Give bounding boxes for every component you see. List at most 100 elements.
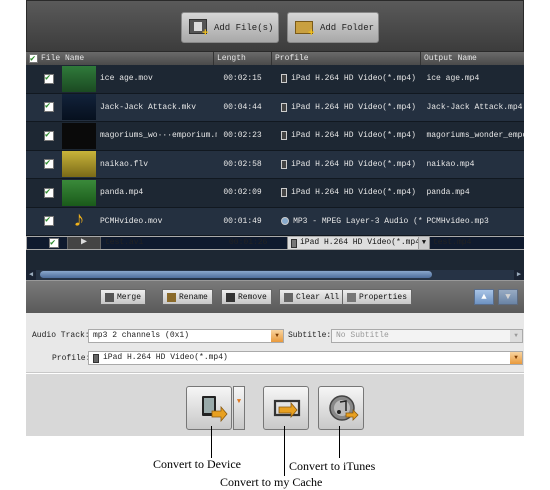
audio-icon [281, 217, 290, 226]
caption-convert-to-cache: Convert to my Cache [220, 475, 323, 489]
file-length: 00:04:44 [223, 102, 262, 112]
file-name: panda.mp4 [100, 188, 144, 198]
profile-dropdown[interactable]: iPad H.264 HD Video(*.mp4) ▼ [287, 237, 430, 249]
table-row-selected[interactable]: ▶ test.avi 00:01:26 iPad H.264 HD Video(*… [26, 236, 524, 250]
video-thumbnail [62, 94, 96, 121]
remove-icon [226, 292, 235, 302]
row-checkbox[interactable] [49, 237, 59, 249]
file-list: File Name Length Profile Output Name ice… [26, 52, 524, 284]
file-name: Jack-Jack Attack.mkv [100, 102, 197, 112]
ipad-icon [281, 159, 288, 169]
video-thumbnail [62, 65, 96, 92]
file-name: magoriums_wo···emporium.mov [100, 131, 218, 141]
row-checkbox[interactable] [44, 215, 54, 227]
table-row[interactable]: Jack-Jack Attack.mkv 00:04:44 iPad H.264… [26, 93, 524, 122]
properties-icon [347, 292, 356, 302]
subtitle-select[interactable]: No Subtitle ▼ [331, 329, 523, 343]
music-note-icon: ♪ [72, 208, 86, 234]
remove-button[interactable]: Remove [221, 289, 272, 305]
row-checkbox[interactable] [44, 73, 54, 84]
caption-convert-to-itunes: Convert to iTunes [289, 459, 376, 473]
file-length: 00:01:49 [223, 216, 262, 226]
subtitle-label: Subtitle: [288, 331, 332, 340]
output-name[interactable]: panda.mp4 [423, 188, 524, 197]
add-files-label: Add File(s) [214, 22, 274, 33]
table-row[interactable]: naikao.flv 00:02:58 iPad H.264 HD Video(… [26, 150, 524, 179]
row-checkbox[interactable] [44, 130, 54, 141]
merge-icon [105, 292, 114, 302]
file-profile[interactable]: iPad H.264 HD Video(*.mp4) [275, 131, 423, 141]
scroll-left-icon[interactable]: ◀ [26, 270, 36, 280]
settings-panel: Audio Track: mp3 2 channels (0x1) ▼ Subt… [26, 313, 524, 373]
add-files-button[interactable]: + Add File(s) [181, 12, 279, 43]
ipad-icon [281, 102, 288, 112]
header-file-name[interactable]: File Name [26, 52, 214, 65]
convert-to-device-button[interactable] [186, 386, 232, 430]
top-toolbar: + Add File(s) + Add Folder [26, 0, 524, 52]
chevron-down-icon: ▼ [418, 237, 429, 249]
clear-all-button[interactable]: Clear All [279, 289, 345, 305]
move-down-button[interactable]: ▼ [498, 289, 518, 305]
horizontal-scrollbar[interactable]: ◀ ▶ [26, 270, 524, 280]
scroll-right-icon[interactable]: ▶ [514, 270, 524, 280]
convert-to-itunes-button[interactable] [318, 386, 364, 430]
ipad-icon [291, 238, 297, 248]
output-name[interactable]: naikao.mp4 [423, 160, 524, 169]
chevron-down-icon: ▼ [510, 330, 522, 342]
chevron-down-icon: ▼ [236, 398, 242, 406]
callout-line-cache [284, 426, 285, 476]
ipad-icon [281, 131, 288, 141]
audio-track-label: Audio Track: [32, 331, 90, 340]
properties-button[interactable]: Properties [342, 289, 413, 305]
row-checkbox[interactable] [44, 101, 54, 113]
select-all-checkbox[interactable] [29, 53, 38, 65]
convert-panel: ▼ [26, 374, 524, 436]
file-name: naikao.flv [100, 159, 149, 169]
add-folder-button[interactable]: + Add Folder [287, 12, 379, 43]
file-length: 00:02:09 [223, 188, 262, 198]
chevron-down-icon: ▼ [271, 330, 283, 342]
file-length: 00:02:23 [223, 131, 262, 141]
output-name[interactable]: ice age.mp4 [423, 74, 524, 83]
device-dropdown-button[interactable]: ▼ [233, 386, 245, 430]
file-profile[interactable]: MP3 - MPEG Layer-3 Audio (*. [275, 217, 423, 226]
add-folder-label: Add Folder [320, 22, 375, 33]
header-profile[interactable]: Profile [272, 52, 421, 65]
row-checkbox[interactable] [44, 158, 54, 170]
video-thumbnail [62, 122, 96, 149]
itunes-icon [329, 395, 359, 421]
output-name[interactable]: PCMHvideo.mp3 [423, 217, 524, 226]
table-row[interactable]: panda.mp4 00:02:09 iPad H.264 HD Video(*… [26, 179, 524, 208]
convert-to-cache-button[interactable] [263, 386, 309, 430]
file-name: PCMHvideo.mov [100, 216, 163, 226]
file-profile[interactable]: iPad H.264 HD Video(*.mp4) [275, 188, 423, 198]
video-thumbnail [62, 151, 96, 178]
arrow-up-icon: ▲ [481, 292, 487, 302]
file-profile[interactable]: iPad H.264 HD Video(*.mp4) [275, 159, 423, 169]
table-row[interactable]: ♪ PCMHvideo.mov 00:01:49 MP3 - MPEG Layer… [26, 207, 524, 236]
rename-button[interactable]: Rename [162, 289, 213, 305]
merge-button[interactable]: Merge [100, 289, 147, 305]
output-name[interactable]: test.mp4 [430, 237, 524, 249]
file-length: 00:01:26 [229, 238, 268, 247]
file-list-header: File Name Length Profile Output Name [26, 52, 524, 65]
file-name: ice age.mov [100, 74, 153, 84]
action-bar: Merge Rename Remove Clear All Properties… [26, 280, 524, 313]
add-file-icon: + [188, 17, 210, 39]
file-length: 00:02:15 [223, 74, 262, 84]
scrollbar-thumb[interactable] [40, 271, 432, 278]
header-length[interactable]: Length [214, 52, 272, 65]
file-profile[interactable]: iPad H.264 HD Video(*.mp4) ▼ [281, 237, 430, 249]
file-profile[interactable]: iPad H.264 HD Video(*.mp4) [275, 102, 423, 112]
row-checkbox[interactable] [44, 187, 54, 198]
header-output-name[interactable]: Output Name [421, 52, 524, 65]
trash-icon [284, 292, 293, 302]
file-profile[interactable]: iPad H.264 HD Video(*.mp4) [275, 74, 423, 84]
profile-select[interactable]: iPad H.264 HD Video(*.mp4) ▼ [88, 351, 523, 365]
move-up-button[interactable]: ▲ [474, 289, 494, 305]
output-name[interactable]: Jack-Jack Attack.mp4 [423, 103, 524, 112]
audio-track-select[interactable]: mp3 2 channels (0x1) ▼ [88, 329, 284, 343]
table-row[interactable]: magoriums_wo···emporium.mov 00:02:23 iPa… [26, 122, 524, 151]
table-row[interactable]: ice age.mov 00:02:15 iPad H.264 HD Video… [26, 65, 524, 94]
output-name[interactable]: magoriums_wonder_empori [423, 131, 524, 140]
